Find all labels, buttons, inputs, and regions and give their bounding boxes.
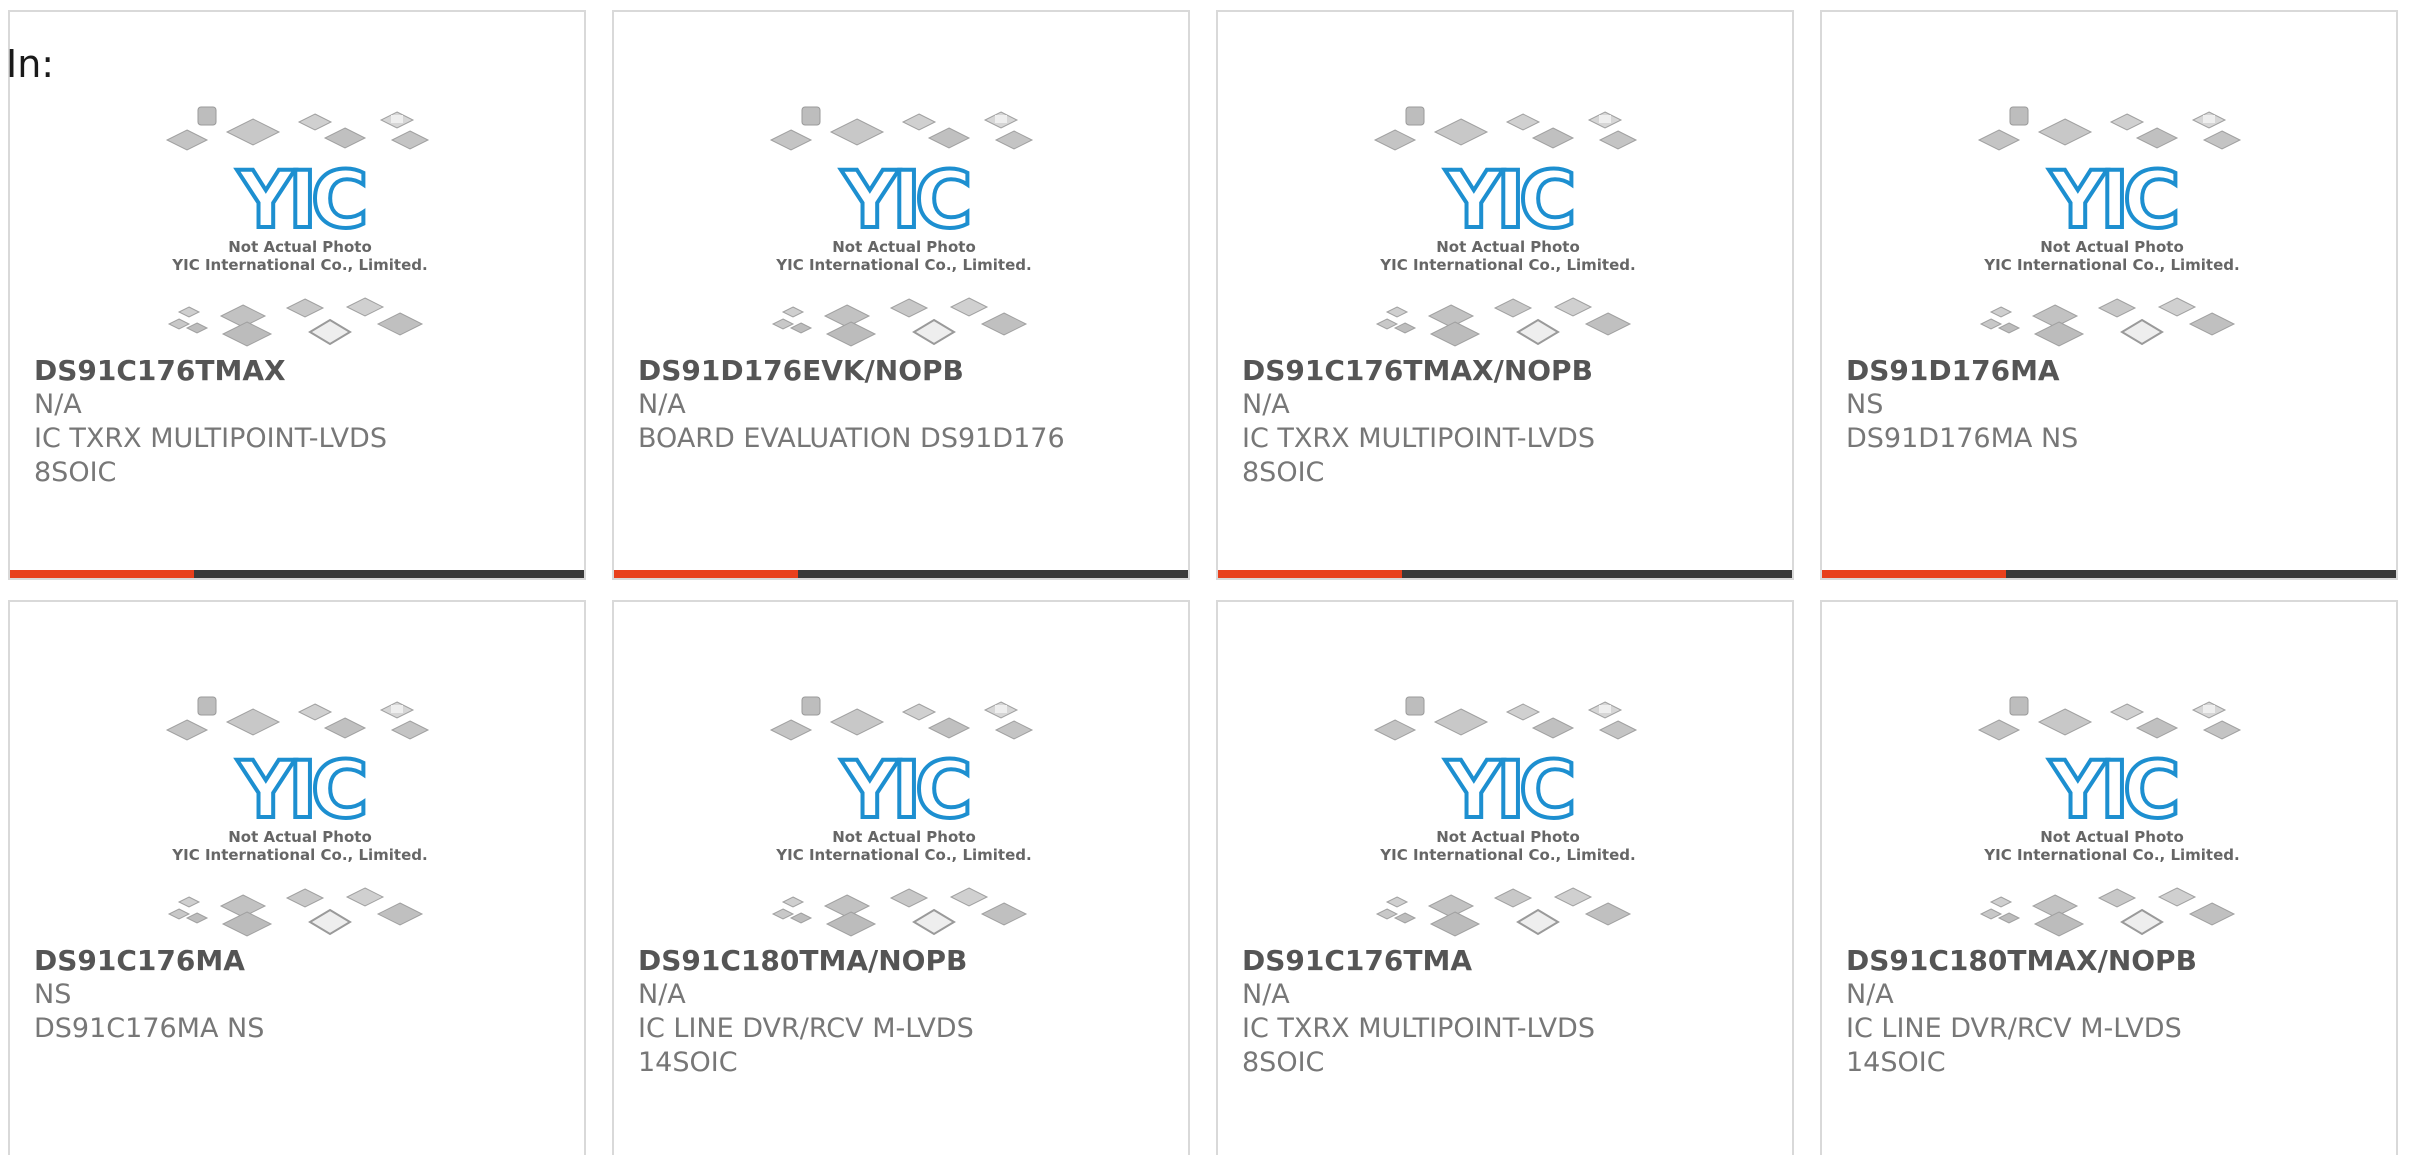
placeholder-logo-icon: YICNot Actual PhotoYIC International Co.… — [165, 696, 430, 937]
filter-label: In: — [6, 42, 55, 86]
product-info: DS91C176TMAX/NOPB N/A IC TXRX MULTIPOINT… — [1242, 354, 1772, 490]
manufacturer: N/A — [638, 389, 686, 420]
product-info: DS91C176MA NS DS91C176MA NS — [34, 944, 564, 1046]
progress-fill — [614, 570, 798, 578]
svg-text:YIC International Co., Limited: YIC International Co., Limited. — [1983, 256, 2239, 274]
description: IC TXRX MULTIPOINT-LVDS — [1242, 423, 1595, 454]
svg-text:YIC: YIC — [841, 746, 969, 836]
product-card[interactable]: YIC Not Actual Photo YIC International Co.… — [612, 600, 1190, 1155]
svg-text:YIC: YIC — [237, 156, 365, 246]
svg-text:Not Actual Photo: Not Actual Photo — [1436, 828, 1580, 846]
product-info: DS91C176TMA N/A IC TXRX MULTIPOINT-LVDS … — [1242, 944, 1772, 1080]
svg-text:Not Actual Photo: Not Actual Photo — [1436, 238, 1580, 256]
product-card[interactable]: YIC Not Actual Photo YIC International Co.… — [1820, 10, 2398, 580]
part-number[interactable]: DS91D176MA — [1846, 354, 2376, 388]
product-image: YIC Not Actual Photo YIC International Co.… — [165, 692, 435, 937]
product-info: DS91C180TMAX/NOPB N/A IC LINE DVR/RCV M-… — [1846, 944, 2376, 1080]
svg-text:YIC: YIC — [237, 746, 365, 836]
description: BOARD EVALUATION DS91D176 — [638, 423, 1065, 454]
placeholder-logo-icon: YICNot Actual PhotoYIC International Co.… — [769, 696, 1034, 937]
product-image: YIC Not Actual Photo YIC International Co.… — [1373, 102, 1643, 347]
hover-progress-bar — [614, 570, 1188, 578]
product-card[interactable]: YIC Not Actual Photo YIC International Co.… — [8, 600, 586, 1155]
manufacturer: NS — [34, 979, 72, 1010]
placeholder-logo-icon: YICNot Actual PhotoYIC International Co.… — [1977, 696, 2242, 937]
part-number[interactable]: DS91D176EVK/NOPB — [638, 354, 1168, 388]
placeholder-logo-icon: YICNot Actual PhotoYIC International Co.… — [165, 106, 430, 347]
product-card[interactable]: YIC Not Actual Photo YIC International Co.… — [1820, 600, 2398, 1155]
svg-text:YIC: YIC — [2049, 746, 2177, 836]
product-image: YIC Not Actual Photo YIC International Co.… — [769, 102, 1039, 347]
part-number[interactable]: DS91C176TMA — [1242, 944, 1772, 978]
part-number[interactable]: DS91C176TMAX — [34, 354, 564, 388]
svg-text:YIC International Co., Limited: YIC International Co., Limited. — [1379, 846, 1635, 864]
product-card[interactable]: YIC Not Actual Photo YIC International Co.… — [1216, 10, 1794, 580]
part-number[interactable]: DS91C176TMAX/NOPB — [1242, 354, 1772, 388]
product-info: DS91D176EVK/NOPB N/A BOARD EVALUATION DS… — [638, 354, 1168, 456]
svg-text:YIC International Co., Limited: YIC International Co., Limited. — [171, 256, 427, 274]
description: IC LINE DVR/RCV M-LVDS — [1846, 1013, 2182, 1044]
svg-text:YIC: YIC — [841, 156, 969, 246]
manufacturer: NS — [1846, 389, 1884, 420]
description: DS91D176MA NS — [1846, 423, 2079, 454]
progress-fill — [1822, 570, 2006, 578]
manufacturer: N/A — [1846, 979, 1894, 1010]
part-number[interactable]: DS91C180TMA/NOPB — [638, 944, 1168, 978]
hover-progress-bar — [10, 570, 584, 578]
svg-text:YIC: YIC — [1445, 156, 1573, 246]
svg-text:YIC International Co., Limited: YIC International Co., Limited. — [171, 846, 427, 864]
part-number[interactable]: DS91C176MA — [34, 944, 564, 978]
progress-fill — [10, 570, 194, 578]
manufacturer: N/A — [1242, 979, 1290, 1010]
package: 8SOIC — [34, 457, 117, 488]
svg-text:Not Actual Photo: Not Actual Photo — [228, 828, 372, 846]
description: IC TXRX MULTIPOINT-LVDS — [34, 423, 387, 454]
manufacturer: N/A — [1242, 389, 1290, 420]
svg-text:YIC International Co., Limited: YIC International Co., Limited. — [1983, 846, 2239, 864]
hover-progress-bar — [1822, 570, 2396, 578]
svg-text:Not Actual Photo: Not Actual Photo — [228, 238, 372, 256]
product-grid: YIC Not Actual Photo YIC International Co.… — [8, 10, 2402, 1155]
package: 8SOIC — [1242, 457, 1325, 488]
product-card[interactable]: YIC Not Actual Photo YIC International Co.… — [612, 10, 1190, 580]
manufacturer: N/A — [34, 389, 82, 420]
manufacturer: N/A — [638, 979, 686, 1010]
product-info: DS91D176MA NS DS91D176MA NS — [1846, 354, 2376, 456]
product-card[interactable]: YIC Not Actual Photo YIC International Co.… — [8, 10, 586, 580]
svg-text:YIC: YIC — [1445, 746, 1573, 836]
description: IC TXRX MULTIPOINT-LVDS — [1242, 1013, 1595, 1044]
svg-text:Not Actual Photo: Not Actual Photo — [2040, 828, 2184, 846]
product-info: DS91C176TMAX N/A IC TXRX MULTIPOINT-LVDS… — [34, 354, 564, 490]
svg-text:Not Actual Photo: Not Actual Photo — [2040, 238, 2184, 256]
svg-text:YIC: YIC — [2049, 156, 2177, 246]
description: IC LINE DVR/RCV M-LVDS — [638, 1013, 974, 1044]
part-number[interactable]: DS91C180TMAX/NOPB — [1846, 944, 2376, 978]
placeholder-logo-icon: YICNot Actual PhotoYIC International Co.… — [1373, 106, 1638, 347]
product-image: YIC Not Actual Photo YIC International Co.… — [165, 102, 435, 347]
svg-text:YIC International Co., Limited: YIC International Co., Limited. — [1379, 256, 1635, 274]
product-image: YIC Not Actual Photo YIC International Co.… — [1373, 692, 1643, 937]
package: 8SOIC — [1242, 1047, 1325, 1078]
svg-text:Not Actual Photo: Not Actual Photo — [832, 828, 976, 846]
placeholder-logo-icon: YICNot Actual PhotoYIC International Co.… — [1977, 106, 2242, 347]
package: 14SOIC — [1846, 1047, 1946, 1078]
package: 14SOIC — [638, 1047, 738, 1078]
product-image: YIC Not Actual Photo YIC International Co.… — [1977, 102, 2247, 347]
product-image: YIC Not Actual Photo YIC International Co.… — [769, 692, 1039, 937]
product-image: YIC Not Actual Photo YIC International Co.… — [1977, 692, 2247, 937]
svg-text:YIC International Co., Limited: YIC International Co., Limited. — [775, 256, 1031, 274]
description: DS91C176MA NS — [34, 1013, 265, 1044]
product-info: DS91C180TMA/NOPB N/A IC LINE DVR/RCV M-L… — [638, 944, 1168, 1080]
placeholder-logo-icon: YICNot Actual PhotoYIC International Co.… — [769, 106, 1034, 347]
hover-progress-bar — [1218, 570, 1792, 578]
svg-text:YIC International Co., Limited: YIC International Co., Limited. — [775, 846, 1031, 864]
progress-fill — [1218, 570, 1402, 578]
product-card[interactable]: YIC Not Actual Photo YIC International Co.… — [1216, 600, 1794, 1155]
svg-text:Not Actual Photo: Not Actual Photo — [832, 238, 976, 256]
placeholder-logo-icon: YICNot Actual PhotoYIC International Co.… — [1373, 696, 1638, 937]
